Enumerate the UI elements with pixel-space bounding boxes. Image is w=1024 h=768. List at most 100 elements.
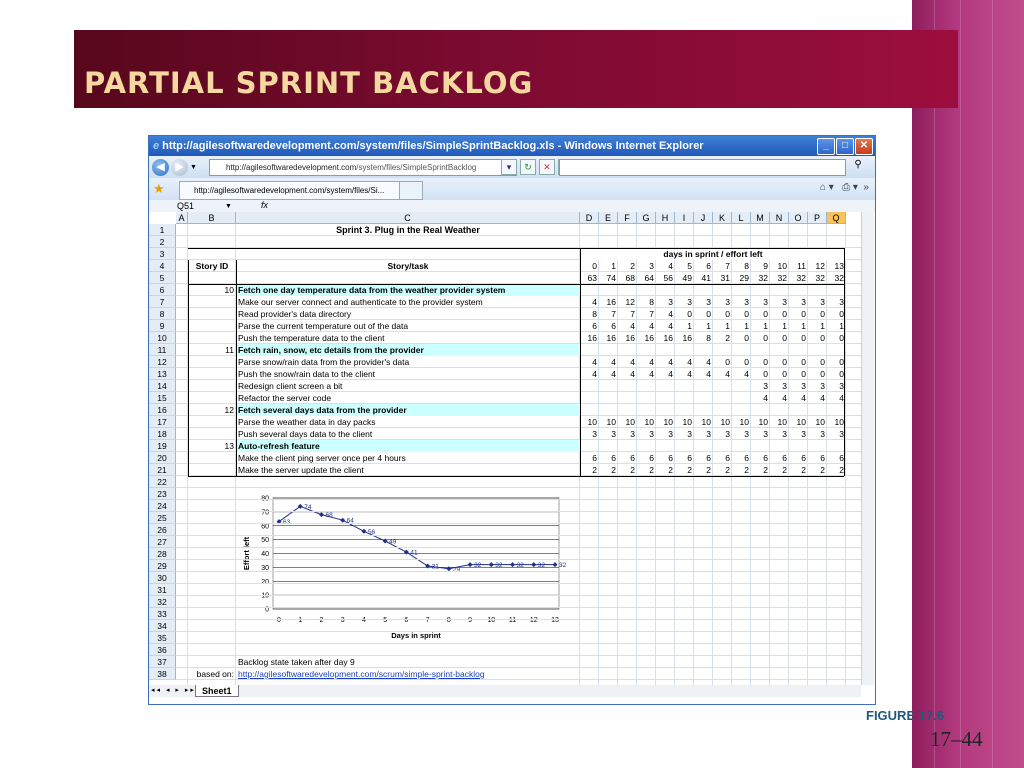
horizontal-scrollbar[interactable] [582, 685, 861, 697]
cell-grid[interactable]: Effort left in sprint0102030405060708001… [149, 212, 864, 685]
row-header-27[interactable]: 27 [149, 536, 176, 548]
effort-value: 2 [687, 465, 692, 475]
row-header-17[interactable]: 17 [149, 416, 176, 428]
row-header-18[interactable]: 18 [149, 428, 176, 440]
row-header-34[interactable]: 34 [149, 620, 176, 632]
row-header-31[interactable]: 31 [149, 584, 176, 596]
address-dropdown-icon[interactable]: ▾ [501, 159, 517, 175]
row-header-33[interactable]: 33 [149, 608, 176, 620]
column-header-f[interactable]: F [618, 212, 637, 224]
minimize-button[interactable]: _ [817, 138, 835, 155]
row-header-21[interactable]: 21 [149, 464, 176, 476]
stop-icon[interactable]: ✕ [539, 159, 555, 175]
row-header-14[interactable]: 14 [149, 380, 176, 392]
row-header-20[interactable]: 20 [149, 452, 176, 464]
row-header-26[interactable]: 26 [149, 524, 176, 536]
row-header-1[interactable]: 1 [149, 224, 176, 236]
column-header-l[interactable]: L [732, 212, 751, 224]
back-button[interactable]: ◀ [152, 158, 169, 176]
row-header-11[interactable]: 11 [149, 344, 176, 356]
row-header-7[interactable]: 7 [149, 296, 176, 308]
column-header-g[interactable]: G [637, 212, 656, 224]
sheet-tab-sheet1[interactable]: Sheet1 [195, 685, 239, 697]
row-header-35[interactable]: 35 [149, 632, 176, 644]
row-header-28[interactable]: 28 [149, 548, 176, 560]
based-on-link[interactable]: http://agilesoftwaredevelopment.com/scru… [236, 668, 580, 680]
row-header-15[interactable]: 15 [149, 392, 176, 404]
column-header-h[interactable]: H [656, 212, 675, 224]
row-header-25[interactable]: 25 [149, 512, 176, 524]
row-header-29[interactable]: 29 [149, 560, 176, 572]
column-header-d[interactable]: D [580, 212, 599, 224]
row-header-22[interactable]: 22 [149, 476, 176, 488]
column-header-m[interactable]: M [751, 212, 770, 224]
column-header-e[interactable]: E [599, 212, 618, 224]
task-text: Parse the current temperature out of the… [238, 321, 409, 331]
story-id: 12 [224, 405, 234, 415]
row-header-36[interactable]: 36 [149, 644, 176, 656]
column-header-p[interactable]: P [808, 212, 827, 224]
refresh-icon[interactable]: ↻ [520, 159, 536, 175]
y-tick-label: 50 [261, 537, 269, 544]
effort-value: 8 [649, 297, 654, 307]
days-header: days in sprint / effort left [580, 248, 846, 260]
row-header-10[interactable]: 10 [149, 332, 176, 344]
forward-button[interactable]: ▶ [171, 158, 188, 176]
row-header-37[interactable]: 37 [149, 656, 176, 668]
effort-value: 2 [801, 465, 806, 475]
new-tab-button[interactable] [399, 181, 423, 200]
column-header-i[interactable]: I [675, 212, 694, 224]
row-header-4[interactable]: 4 [149, 260, 176, 272]
command-bar-icons[interactable]: ⌂ ▾ ⎙ ▾ » [820, 182, 869, 193]
total-effort: 32 [758, 273, 768, 283]
effort-value: 4 [706, 357, 711, 367]
column-header-q[interactable]: Q [827, 212, 846, 224]
function-icon[interactable]: fx [261, 200, 268, 210]
search-input[interactable] [559, 159, 846, 176]
name-box[interactable]: Q51 [149, 201, 233, 211]
effort-value: 4 [649, 321, 654, 331]
column-header-j[interactable]: J [694, 212, 713, 224]
close-button[interactable]: ✕ [855, 138, 873, 155]
vertical-scrollbar[interactable] [861, 212, 874, 685]
total-effort: 32 [777, 273, 787, 283]
row-header-9[interactable]: 9 [149, 320, 176, 332]
column-header-o[interactable]: O [789, 212, 808, 224]
effort-value: 4 [687, 357, 692, 367]
effort-value: 0 [744, 357, 749, 367]
name-box-dropdown-icon[interactable]: ▼ [225, 203, 232, 210]
column-header-b[interactable]: B [188, 212, 236, 224]
column-header-a[interactable]: A [176, 212, 188, 224]
effort-value: 4 [668, 357, 673, 367]
total-effort: 74 [606, 273, 616, 283]
column-header-n[interactable]: N [770, 212, 789, 224]
sheet-nav-arrows[interactable]: ◂◂ ◂ ▸ ▸▸ [151, 685, 196, 697]
row-header-16[interactable]: 16 [149, 404, 176, 416]
excel-sheet: Q51 ▼ fx Effort left in sprint0102030405… [149, 200, 875, 704]
row-header-3[interactable]: 3 [149, 248, 176, 260]
effort-value: 10 [663, 417, 673, 427]
row-header-24[interactable]: 24 [149, 500, 176, 512]
row-header-8[interactable]: 8 [149, 308, 176, 320]
effort-value: 3 [763, 297, 768, 307]
column-header-k[interactable]: K [713, 212, 732, 224]
row-header-6[interactable]: 6 [149, 284, 176, 296]
effort-value: 3 [820, 297, 825, 307]
row-header-2[interactable]: 2 [149, 236, 176, 248]
address-bar[interactable]: http://agilesoftwaredevelopment.com/syst… [209, 159, 517, 176]
row-header-23[interactable]: 23 [149, 488, 176, 500]
browser-tab[interactable]: http://agilesoftwaredevelopment.com/syst… [179, 181, 409, 200]
row-header-38[interactable]: 38 [149, 668, 176, 680]
row-header-13[interactable]: 13 [149, 368, 176, 380]
history-dropdown-icon[interactable]: ▼ [190, 164, 197, 171]
favorites-star-icon[interactable]: ★ [153, 181, 165, 197]
task-text: Push the temperature data to the client [238, 333, 385, 343]
row-header-19[interactable]: 19 [149, 440, 176, 452]
row-header-12[interactable]: 12 [149, 356, 176, 368]
search-icon[interactable]: ⚲ [847, 159, 869, 174]
row-header-30[interactable]: 30 [149, 572, 176, 584]
maximize-button[interactable]: □ [836, 138, 854, 155]
row-header-5[interactable]: 5 [149, 272, 176, 284]
column-header-c[interactable]: C [236, 212, 580, 224]
row-header-32[interactable]: 32 [149, 596, 176, 608]
